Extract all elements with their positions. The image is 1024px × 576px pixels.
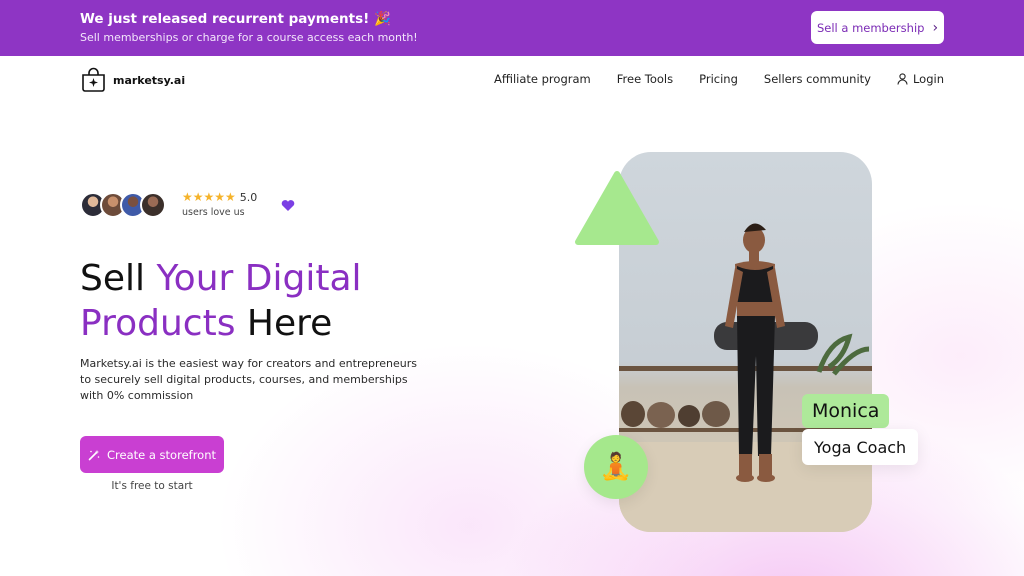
hero-headline: Sell Your Digital Products Here bbox=[80, 256, 500, 346]
sell-membership-button[interactable]: Sell a membership › bbox=[811, 11, 944, 44]
headline-highlight: Products bbox=[80, 303, 236, 344]
login-link[interactable]: Login bbox=[897, 72, 944, 86]
create-storefront-label: Create a storefront bbox=[106, 447, 216, 462]
creator-role-tag: Yoga Coach bbox=[802, 429, 919, 465]
yoga-icon: 🧘 bbox=[584, 435, 648, 499]
cta-note: It's free to start bbox=[111, 480, 193, 492]
headline-part: Sell bbox=[80, 258, 157, 299]
avatar bbox=[140, 192, 166, 218]
rating-score: 5.0 bbox=[239, 190, 258, 204]
brand-name: marketsy.ai bbox=[113, 73, 186, 87]
creator-name-tag: Monica bbox=[802, 394, 890, 428]
hero-description: Marketsy.ai is the easiest way for creat… bbox=[80, 357, 417, 402]
chevron-right-icon: › bbox=[932, 19, 939, 36]
hero-section: ★★★★★ 5.0 users love us Sell Your Digita… bbox=[0, 104, 1024, 576]
nav-link-free-tools[interactable]: Free Tools bbox=[617, 72, 673, 86]
star-icon: ★★★★★ bbox=[182, 190, 236, 204]
create-storefront-button[interactable]: Create a storefront bbox=[80, 436, 224, 473]
heart-icon bbox=[281, 200, 295, 211]
rating-label: users love us bbox=[182, 207, 245, 218]
user-avatars bbox=[80, 192, 166, 218]
headline-part: Here bbox=[235, 303, 333, 344]
bag-sparkle-logo-icon bbox=[82, 67, 105, 92]
login-label: Login bbox=[912, 72, 944, 86]
triangle-shape bbox=[575, 171, 659, 245]
navbar: marketsy.ai Affiliate program Free Tools… bbox=[0, 56, 1024, 104]
nav-link-affiliate[interactable]: Affiliate program bbox=[494, 72, 591, 86]
brand-logo[interactable]: marketsy.ai bbox=[80, 67, 185, 93]
announcement-banner: We just released recurrent payments! 🎉 S… bbox=[0, 0, 1024, 56]
banner-subtitle: Sell memberships or charge for a course … bbox=[80, 31, 418, 44]
nav-link-sellers-community[interactable]: Sellers community bbox=[764, 72, 871, 86]
sell-membership-label: Sell a membership bbox=[816, 20, 925, 35]
headline-highlight: Your Digital bbox=[156, 258, 362, 299]
user-icon bbox=[897, 73, 908, 85]
banner-title: We just released recurrent payments! 🎉 bbox=[80, 11, 391, 27]
magic-wand-icon bbox=[88, 449, 100, 460]
rating-block: ★★★★★ 5.0 users love us bbox=[182, 190, 257, 218]
nav-links: Affiliate program Free Tools Pricing Sel… bbox=[494, 72, 944, 86]
nav-link-pricing[interactable]: Pricing bbox=[699, 72, 738, 86]
